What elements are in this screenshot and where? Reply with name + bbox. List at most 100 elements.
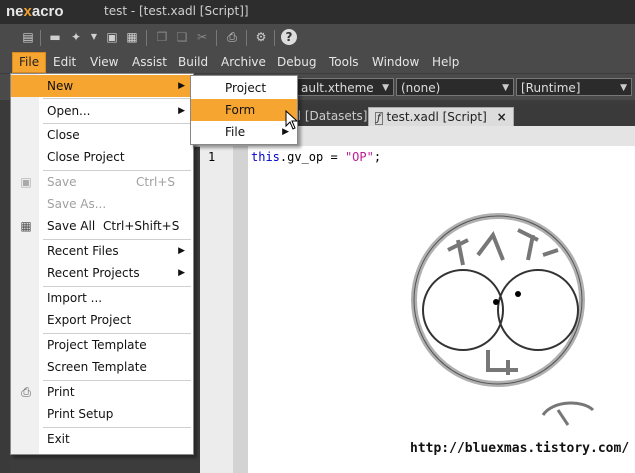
cut-icon[interactable]: ✂: [194, 29, 210, 45]
code-string: "OP": [344, 150, 374, 164]
left-panel-strip: [0, 100, 10, 473]
menu-item-print[interactable]: ⎙ Print: [11, 381, 193, 403]
tab-script-label: test.xadl [Script]: [386, 110, 487, 124]
menu-item-project-template[interactable]: Project Template: [11, 334, 193, 356]
watermark-drawing: [411, 213, 595, 426]
menu-item-exit[interactable]: Exit: [11, 428, 193, 450]
toolbar-separator: [274, 30, 275, 46]
toolbar-separator: [216, 30, 217, 46]
toolbar-separator: [246, 30, 247, 46]
new-file-icon[interactable]: ✦: [68, 29, 84, 45]
menu-item-label: Print Setup: [47, 407, 114, 421]
toolbar-separator: [146, 30, 147, 46]
menu-separator: [43, 98, 191, 99]
chevron-down-icon: ▼: [620, 83, 627, 93]
menu-item-print-setup[interactable]: Print Setup: [11, 403, 193, 425]
menu-debug[interactable]: Debug: [271, 52, 322, 73]
script-file-icon: ƒ: [375, 112, 383, 125]
code-middle: .gv_op =: [279, 150, 345, 164]
menu-item-label: Screen Template: [47, 360, 147, 374]
menu-tools[interactable]: Tools: [323, 52, 365, 73]
menu-help[interactable]: Help: [426, 52, 465, 73]
runtime-value: [Runtime]: [521, 81, 581, 95]
menu-item-label: Close Project: [47, 150, 125, 164]
menu-item-save-as[interactable]: Save As...: [11, 193, 193, 215]
line-number: 1: [208, 150, 216, 164]
toolbar: ▤ ▬ ✦ ▼ ▣ ▦ ❐ ❏ ✂ ⎙ ⚙ ?: [0, 24, 635, 53]
mouse-cursor-icon: [285, 110, 299, 130]
menu-edit[interactable]: Edit: [47, 52, 82, 73]
menu-bar: File Edit View Assist Build Archive Debu…: [0, 52, 635, 73]
app-logo: nexacro: [6, 3, 64, 20]
menu-item-save-all[interactable]: ▦ Save All Ctrl+Shift+S: [11, 215, 193, 237]
code-end: ;: [373, 150, 382, 164]
fold-margin: [233, 146, 248, 473]
menu-item-save[interactable]: ▣ Save Ctrl+S: [11, 171, 193, 193]
menu-shortcut: Ctrl+Shift+S: [103, 219, 180, 233]
tab-script[interactable]: ƒ test.xadl [Script] ×: [368, 107, 514, 128]
menu-assist[interactable]: Assist: [126, 52, 173, 73]
help-icon[interactable]: ?: [281, 29, 297, 45]
profile-select[interactable]: (none) ▼: [396, 78, 514, 96]
submenu-arrow-icon: ▶: [178, 246, 185, 256]
save-all-icon[interactable]: ▦: [124, 29, 140, 45]
watermark-text: http://bluexmas.tistory.com/: [410, 441, 630, 456]
new-submenu: Project Form File ▶: [190, 75, 298, 145]
chevron-down-icon: ▼: [502, 83, 509, 93]
menu-item-screen-template[interactable]: Screen Template: [11, 356, 193, 378]
print-icon[interactable]: ⎙: [224, 29, 240, 45]
save-icon: ▣: [20, 175, 32, 189]
menu-item-label: Recent Files: [47, 244, 119, 258]
menu-item-label: Exit: [47, 432, 70, 446]
menu-item-label: Save As...: [47, 197, 107, 211]
close-icon[interactable]: ×: [497, 110, 507, 124]
new-project-icon[interactable]: ▤: [20, 29, 36, 45]
menu-item-recent-projects[interactable]: Recent Projects ▶: [11, 262, 193, 284]
submenu-item-file[interactable]: File ▶: [191, 121, 297, 143]
theme-select[interactable]: ault.xtheme ▼: [296, 78, 394, 96]
menu-item-import[interactable]: Import ...: [11, 287, 193, 309]
menu-item-label: Export Project: [47, 313, 132, 327]
menu-window[interactable]: Window: [366, 52, 425, 73]
menu-build[interactable]: Build: [172, 52, 214, 73]
save-icon[interactable]: ▣: [104, 29, 120, 45]
code-keyword: this: [251, 150, 280, 164]
settings-icon[interactable]: ⚙: [253, 29, 269, 45]
profile-value: (none): [401, 81, 441, 95]
menu-item-label: Project Template: [47, 338, 147, 352]
window-title: test - [test.xadl [Script]]: [104, 4, 249, 18]
paste-icon[interactable]: ❏: [174, 29, 190, 45]
copy-icon[interactable]: ❐: [154, 29, 170, 45]
open-folder-icon[interactable]: ▬: [47, 29, 63, 45]
menu-view[interactable]: View: [84, 52, 124, 73]
theme-value: ault.xtheme: [301, 81, 374, 95]
menu-item-label: Print: [47, 385, 75, 399]
title-bar: nexacro test - [test.xadl [Script]]: [0, 0, 635, 24]
chevron-down-icon: ▼: [382, 83, 389, 93]
submenu-item-form[interactable]: Form: [191, 99, 297, 121]
chevron-down-icon[interactable]: ▼: [86, 29, 102, 45]
menu-file[interactable]: File: [12, 52, 47, 73]
save-all-icon: ▦: [20, 219, 32, 233]
menu-archive[interactable]: Archive: [215, 52, 272, 73]
menu-item-label: Project: [225, 81, 267, 95]
print-icon: ⎙: [21, 385, 31, 399]
submenu-arrow-icon: ▶: [178, 106, 185, 116]
menu-item-label: Open...: [47, 104, 91, 118]
menu-item-open[interactable]: Open... ▶: [11, 100, 193, 122]
code-line[interactable]: this.gv_op = "OP";: [251, 150, 381, 164]
menu-item-label: Form: [225, 103, 256, 117]
menu-shortcut: Ctrl+S: [136, 175, 176, 189]
menu-item-label: Save All: [47, 219, 96, 233]
menu-item-label: New: [47, 79, 74, 93]
toolbar-separator: [40, 30, 41, 46]
menu-item-label: Close: [47, 128, 80, 142]
menu-item-close[interactable]: Close: [11, 124, 193, 146]
menu-item-export-project[interactable]: Export Project: [11, 309, 193, 331]
menu-item-recent-files[interactable]: Recent Files ▶: [11, 240, 193, 262]
runtime-select[interactable]: [Runtime] ▼: [516, 78, 632, 96]
menu-item-close-project[interactable]: Close Project: [11, 146, 193, 168]
menu-item-new[interactable]: New ▶: [11, 75, 193, 97]
submenu-item-project[interactable]: Project: [191, 77, 297, 99]
menu-item-label: Import ...: [47, 291, 103, 305]
